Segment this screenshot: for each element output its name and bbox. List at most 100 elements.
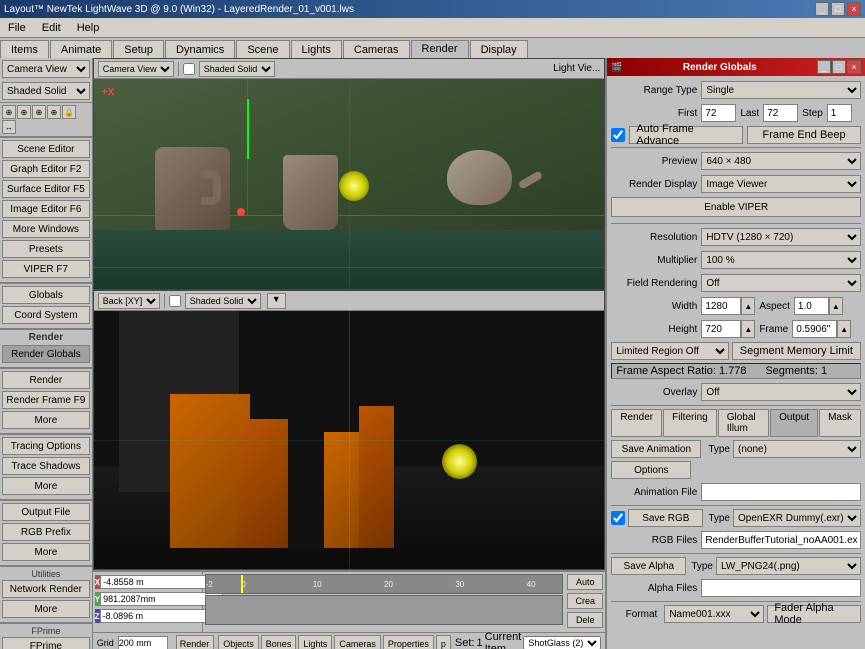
- create-btn[interactable]: Crea: [567, 593, 603, 609]
- tab-filtering[interactable]: Filtering: [663, 409, 717, 437]
- format-select[interactable]: Name001.xxx: [664, 605, 764, 623]
- rg-maximize-btn[interactable]: □: [832, 60, 846, 74]
- height-input[interactable]: [701, 320, 741, 338]
- anim-type-select[interactable]: (none): [733, 440, 861, 458]
- save-alpha-btn[interactable]: Save Alpha: [611, 557, 686, 575]
- tab-display[interactable]: Display: [470, 40, 528, 58]
- toolbar-btn-5[interactable]: 🔒: [62, 105, 76, 119]
- save-rgb-checkbox[interactable]: [611, 511, 625, 525]
- more-tracing-btn[interactable]: More: [2, 477, 90, 495]
- globals-btn[interactable]: Globals: [2, 286, 90, 304]
- toolbar-btn-4[interactable]: ⊕: [47, 105, 61, 119]
- render-display-select[interactable]: Image Viewer: [701, 175, 861, 193]
- segment-memory-btn[interactable]: Segment Memory Limit: [732, 342, 861, 360]
- tab-bones[interactable]: Bones +B: [261, 635, 297, 649]
- trace-shadows-btn[interactable]: Trace Shadows: [2, 457, 90, 475]
- enable-viper-btn[interactable]: Enable VIPER: [611, 197, 861, 217]
- current-item-select[interactable]: ShotGlass (2): [523, 636, 601, 649]
- delete-btn[interactable]: Dele: [567, 612, 603, 628]
- close-button[interactable]: ×: [847, 2, 861, 16]
- more-utilities-btn[interactable]: More: [2, 600, 90, 618]
- toolbar-btn-1[interactable]: ⊕: [2, 105, 16, 119]
- tab-objects[interactable]: Objects +0: [218, 635, 259, 649]
- menu-file[interactable]: File: [0, 18, 34, 37]
- coord-system-btn[interactable]: Coord System: [2, 306, 90, 324]
- tab-scene[interactable]: Scene: [236, 40, 289, 58]
- tracing-options-btn[interactable]: Tracing Options: [2, 437, 90, 455]
- auto-btn[interactable]: Auto: [567, 574, 603, 590]
- tab-dynamics[interactable]: Dynamics: [165, 40, 235, 58]
- back-shaded-checkbox[interactable]: [169, 295, 181, 307]
- multiplier-select[interactable]: 100 %: [701, 251, 861, 269]
- timeline-keyframe-track[interactable]: [205, 595, 564, 625]
- render-btn[interactable]: Render: [2, 371, 90, 389]
- height-up-btn[interactable]: ▲: [741, 320, 755, 338]
- camera-view-dropdown[interactable]: Camera View: [2, 60, 90, 78]
- overlay-select[interactable]: Off: [701, 383, 861, 401]
- more-render-btn[interactable]: More: [2, 411, 90, 429]
- tab-setup[interactable]: Setup: [113, 40, 164, 58]
- menu-help[interactable]: Help: [69, 18, 108, 37]
- auto-frame-advance-btn[interactable]: Auto Frame Advance: [629, 126, 743, 144]
- scene-editor-btn[interactable]: Scene Editor: [2, 140, 90, 158]
- timeline-track[interactable]: -2 0 10 20 30 40: [203, 572, 566, 632]
- shaded-solid-dropdown[interactable]: Shaded Solid: [2, 82, 90, 100]
- limited-region-select[interactable]: Limited Region Off: [611, 342, 728, 360]
- output-file-btn[interactable]: Output File: [2, 503, 90, 521]
- preview-select[interactable]: 640 × 480: [701, 152, 861, 170]
- render-globals-btn[interactable]: Render Globals: [2, 345, 90, 363]
- tab-lights[interactable]: Lights: [291, 40, 342, 58]
- first-input[interactable]: [701, 104, 736, 122]
- tab-lights-bottom[interactable]: Lights +L: [298, 635, 332, 649]
- frame-end-beep-btn[interactable]: Frame End Beep: [747, 126, 861, 144]
- field-rendering-select[interactable]: Off: [701, 274, 861, 292]
- viewport-top-canvas[interactable]: +X: [94, 79, 605, 289]
- tab-render[interactable]: Render: [411, 40, 469, 58]
- auto-frame-checkbox[interactable]: [611, 128, 625, 142]
- minimize-button[interactable]: _: [815, 2, 829, 16]
- presets-btn[interactable]: Presets: [2, 240, 90, 258]
- menu-edit[interactable]: Edit: [34, 18, 69, 37]
- frame-input[interactable]: [792, 320, 837, 338]
- tab-global-illum[interactable]: Global Illum: [718, 409, 769, 437]
- rg-close-btn[interactable]: ×: [847, 60, 861, 74]
- more-windows-btn[interactable]: More Windows: [2, 220, 90, 238]
- frame-up-btn[interactable]: ▲: [837, 320, 851, 338]
- rgb-type-select[interactable]: OpenEXR Dummy(.exr): [733, 509, 861, 527]
- viper-btn[interactable]: VIPER F7: [2, 260, 90, 278]
- step-input[interactable]: [827, 104, 852, 122]
- resolution-select[interactable]: HDTV (1280 × 720): [701, 228, 861, 246]
- width-input[interactable]: [701, 297, 741, 315]
- grid-input[interactable]: [118, 636, 168, 649]
- tab-mask[interactable]: Mask: [819, 409, 861, 437]
- back-expand-btn[interactable]: ▼: [267, 293, 286, 309]
- rgb-files-input[interactable]: [701, 531, 861, 549]
- tab-output[interactable]: Output: [770, 409, 818, 437]
- alpha-type-select[interactable]: LW_PNG24(.png): [716, 557, 861, 575]
- tab-items[interactable]: Items: [0, 40, 49, 58]
- maximize-button[interactable]: □: [831, 2, 845, 16]
- tab-p[interactable]: p: [436, 635, 451, 649]
- animation-file-input[interactable]: [701, 483, 861, 501]
- options-btn[interactable]: Options: [611, 461, 691, 479]
- image-editor-btn[interactable]: Image Editor F6: [2, 200, 90, 218]
- camera-view-select[interactable]: Camera View: [98, 61, 174, 77]
- save-rgb-btn[interactable]: Save RGB: [628, 509, 703, 527]
- tab-cameras-bottom[interactable]: Cameras +C: [334, 635, 381, 649]
- rg-minimize-btn[interactable]: _: [817, 60, 831, 74]
- more-output-btn[interactable]: More: [2, 543, 90, 561]
- network-render-btn[interactable]: Network Render: [2, 580, 90, 598]
- toolbar-btn-6[interactable]: ↔: [2, 120, 16, 134]
- shaded-checkbox[interactable]: [183, 63, 195, 75]
- render-frame-btn[interactable]: Render Frame F9: [2, 391, 90, 409]
- range-type-select[interactable]: Single: [701, 81, 861, 99]
- toolbar-btn-2[interactable]: ⊕: [17, 105, 31, 119]
- toolbar-btn-3[interactable]: ⊕: [32, 105, 46, 119]
- aspect-input[interactable]: [794, 297, 829, 315]
- save-animation-btn[interactable]: Save Animation: [611, 440, 701, 458]
- fader-alpha-mode-btn[interactable]: Fader Alpha Mode: [767, 605, 861, 623]
- back-shading-select[interactable]: Shaded Solid: [185, 293, 261, 309]
- tab-render-inner[interactable]: Render: [611, 409, 662, 437]
- tab-animate[interactable]: Animate: [50, 40, 112, 58]
- width-up-btn[interactable]: ▲: [741, 297, 755, 315]
